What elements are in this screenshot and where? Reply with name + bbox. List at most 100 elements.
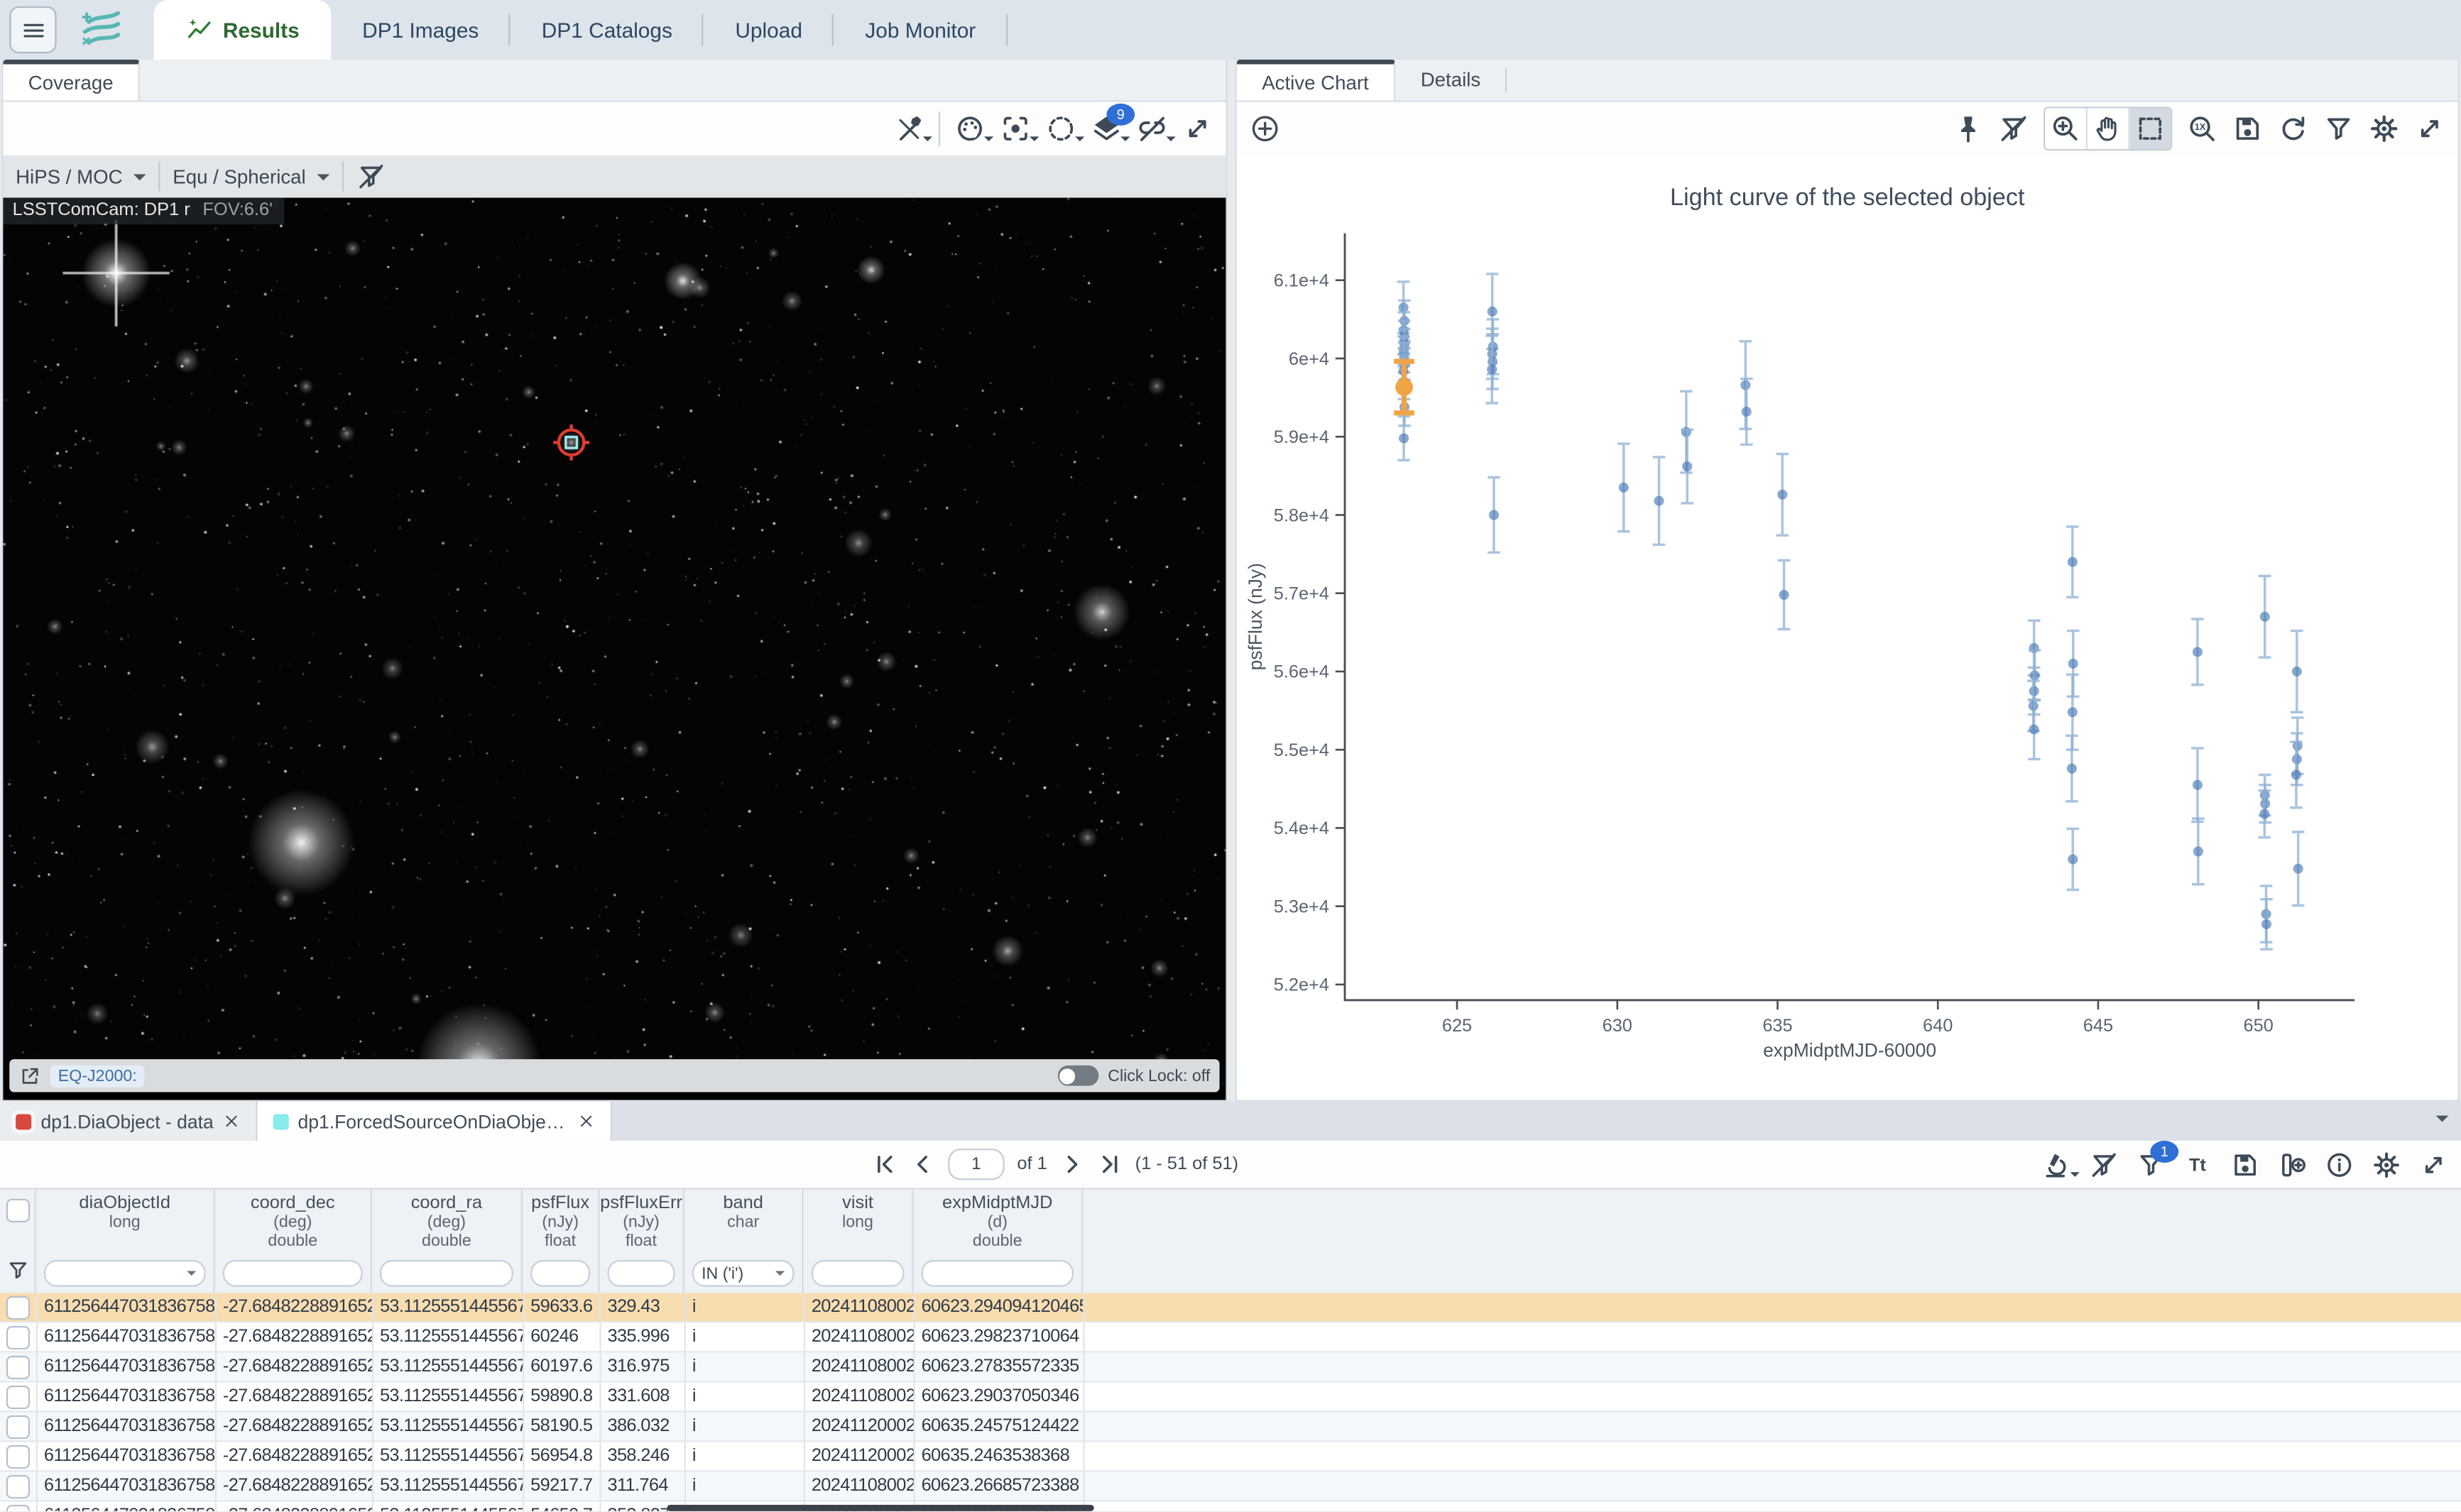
column-header-coord_ra[interactable]: coord_ra(deg)double	[372, 1190, 523, 1293]
row-checkbox[interactable]	[6, 1504, 30, 1511]
expand-icon[interactable]	[1182, 113, 1213, 144]
expand-icon[interactable]	[2414, 113, 2445, 144]
column-header-band[interactable]: bandcharIN ('i')	[684, 1190, 804, 1293]
row-checkbox[interactable]	[6, 1445, 30, 1468]
zoom-1x-icon[interactable]: 1X	[2186, 113, 2217, 144]
column-filter-input[interactable]	[223, 1260, 363, 1287]
layers-icon[interactable]: 9	[1091, 113, 1122, 144]
table-tab-1[interactable]: dp1.DiaObject - data	[0, 1102, 258, 1141]
coverage-tab-strip: Coverage	[3, 60, 1226, 102]
funnel-off-icon[interactable]	[2089, 1149, 2119, 1179]
menu-button[interactable]	[9, 6, 56, 53]
column-filter-input[interactable]	[922, 1260, 1074, 1287]
column-header-psfFlux[interactable]: psfFlux(nJy)float	[523, 1190, 599, 1293]
tab-details[interactable]: Details	[1395, 60, 1505, 100]
table-row[interactable]: 611256447031836758-27.6848228891652853.1…	[0, 1322, 2461, 1352]
hand-button[interactable]	[2088, 109, 2130, 149]
page-next-icon[interactable]	[1060, 1152, 1085, 1177]
column-filter-input[interactable]	[530, 1260, 590, 1287]
zoom-in-button[interactable]	[2045, 109, 2088, 149]
hips-moc-dropdown[interactable]: HiPS / MOC	[16, 165, 146, 187]
funnel-icon[interactable]: 1	[2136, 1149, 2166, 1179]
app-logo[interactable]	[66, 0, 135, 60]
rect-select-button[interactable]	[2130, 109, 2171, 149]
column-header-expMidptMJD[interactable]: expMidptMJD(d)double	[914, 1190, 1084, 1293]
column-unit: (nJy)	[542, 1213, 579, 1232]
table-row[interactable]: 611256447031836758-27.6848228891652853.1…	[0, 1442, 2461, 1472]
rotate-icon[interactable]	[2277, 113, 2308, 144]
column-filter-input[interactable]	[607, 1260, 675, 1287]
table-row[interactable]: 611256447031836758-27.6848228891652853.1…	[0, 1352, 2461, 1382]
column-header-visit[interactable]: visitlong	[804, 1190, 914, 1293]
expand-icon[interactable]	[2418, 1149, 2448, 1179]
external-link-icon[interactable]	[19, 1065, 41, 1087]
tab-overflow-chevron-icon[interactable]	[2436, 1116, 2449, 1129]
table-row[interactable]: 611256447031836758-27.6848228891652853.1…	[0, 1472, 2461, 1501]
funnel-icon[interactable]	[2323, 113, 2354, 144]
tab-label: dp1.ForcedSourceOnDiaObject...	[298, 1110, 568, 1132]
column-filter-input[interactable]	[44, 1260, 206, 1287]
row-checkbox[interactable]	[6, 1325, 30, 1349]
tools-icon[interactable]	[893, 113, 924, 144]
projection-dropdown[interactable]: Equ / Spherical	[173, 165, 329, 187]
row-checkbox[interactable]	[6, 1385, 30, 1408]
page-last-icon[interactable]	[1098, 1152, 1123, 1177]
info-icon[interactable]	[2325, 1149, 2354, 1179]
save-icon[interactable]	[2230, 1149, 2260, 1179]
close-tab-icon[interactable]	[578, 1112, 595, 1129]
page-number-input[interactable]	[948, 1149, 1005, 1180]
tab-coverage[interactable]: Coverage	[3, 60, 140, 100]
row-checkbox[interactable]	[6, 1355, 30, 1379]
row-checkbox[interactable]	[6, 1474, 30, 1498]
gear-icon[interactable]	[2372, 1149, 2401, 1179]
nav-tab-dp1-catalogs[interactable]: DP1 Catalogs	[511, 0, 704, 60]
cell-expMidptMJD: 60623.29037050346	[915, 1382, 1085, 1410]
page-first-icon[interactable]	[873, 1152, 897, 1177]
column-filter-input[interactable]: IN ('i')	[692, 1260, 795, 1287]
sky-image-viewer[interactable]: LSSTComCam: DP1 r FOV:6.6' EQ-J2000: Cli	[3, 198, 1226, 1100]
funnel-off-icon[interactable]	[1998, 113, 2029, 144]
table-row[interactable]: 611256447031836758-27.6848228891652853.1…	[0, 1501, 2461, 1511]
table-row[interactable]: 611256447031836758-27.6848228891652853.1…	[0, 1382, 2461, 1412]
close-tab-icon[interactable]	[223, 1112, 240, 1129]
pin-icon[interactable]	[1953, 113, 1984, 144]
table-row[interactable]: 611256447031836758-27.6848228891652853.1…	[0, 1412, 2461, 1442]
add-column-icon[interactable]	[2277, 1149, 2307, 1179]
cell-psfFluxErr: 331.608	[601, 1382, 686, 1410]
microscope-icon[interactable]	[2042, 1149, 2072, 1179]
table-row[interactable]: 611256447031836758-27.6848228891652853.1…	[0, 1293, 2461, 1322]
gear-icon[interactable]	[2369, 113, 2400, 144]
row-checkbox[interactable]	[6, 1415, 30, 1438]
target-marker-icon[interactable]	[551, 422, 591, 463]
page-prev-icon[interactable]	[910, 1152, 935, 1177]
nav-tab-results[interactable]: Results	[154, 0, 331, 60]
funnel-icon[interactable]	[6, 1259, 29, 1282]
column-name: diaObjectId	[79, 1194, 170, 1213]
save-icon[interactable]	[2232, 113, 2263, 144]
select-circle-icon[interactable]	[1045, 113, 1076, 144]
column-header-psfFluxErr[interactable]: psfFluxErr(nJy)float	[599, 1190, 684, 1293]
select-all-checkbox[interactable]	[6, 1199, 29, 1222]
horizontal-scrollbar[interactable]	[667, 1505, 1093, 1511]
unlink-icon[interactable]	[1136, 113, 1167, 144]
cell-psfFluxErr: 386.032	[601, 1412, 686, 1440]
center-target-icon[interactable]	[1000, 113, 1031, 144]
column-header-diaObjectId[interactable]: diaObjectIdlong	[36, 1190, 215, 1293]
nav-tab-dp1-images[interactable]: DP1 Images	[331, 0, 511, 60]
nav-tab-job-monitor[interactable]: Job Monitor	[834, 0, 1007, 60]
column-header-coord_dec[interactable]: coord_dec(deg)double	[215, 1190, 372, 1293]
circle-plus-icon[interactable]	[1250, 113, 1281, 144]
light-curve-chart[interactable]: Light curve of the selected object6.1e+4…	[1237, 155, 2458, 1100]
table-tab-2[interactable]: dp1.ForcedSourceOnDiaObject...	[258, 1102, 613, 1141]
column-filter-input[interactable]	[812, 1260, 904, 1287]
row-checkbox[interactable]	[6, 1295, 30, 1319]
click-lock-toggle[interactable]	[1057, 1065, 1098, 1086]
sky-image[interactable]	[3, 198, 1226, 1086]
tab-active-chart[interactable]: Active Chart	[1237, 60, 1395, 100]
column-filter-input[interactable]	[380, 1260, 513, 1287]
funnel-off-icon[interactable]	[356, 162, 386, 192]
palette-icon[interactable]	[954, 113, 986, 144]
text-size-icon[interactable]: Tt	[2183, 1149, 2213, 1179]
nav-tab-upload[interactable]: Upload	[704, 0, 834, 60]
svg-text:5.8e+4: 5.8e+4	[1274, 505, 1329, 525]
